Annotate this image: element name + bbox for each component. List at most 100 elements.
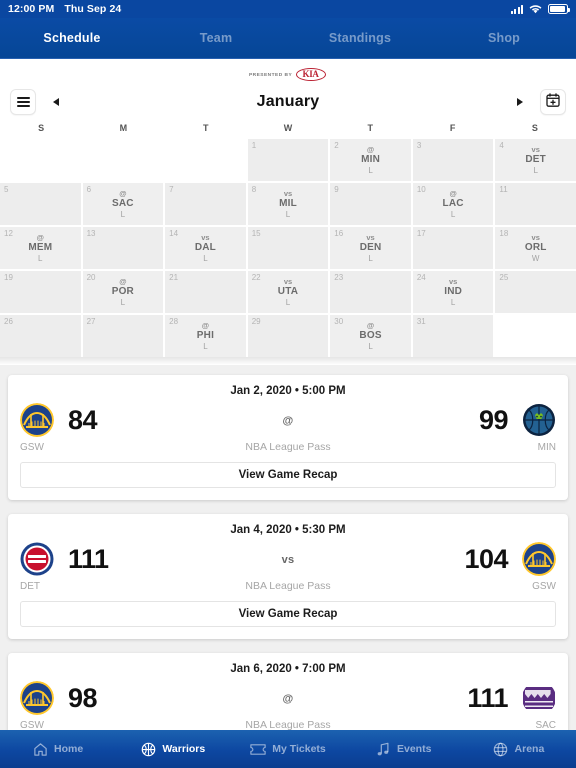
status-date: Thu Sep 24 (64, 3, 122, 15)
bottom-nav-label: Arena (514, 743, 545, 755)
calendar-cell-day: 25 (495, 271, 576, 313)
weekday-label: M (119, 123, 128, 133)
bottom-nav-label: Events (396, 743, 432, 755)
status-bar: 12:00 PM Thu Sep 24 (0, 0, 576, 18)
calendar-cell-day: 5 (0, 183, 81, 225)
score-row: 111 vs 104 (20, 542, 556, 576)
bottom-nav-item-warriors[interactable]: Warriors (115, 741, 230, 757)
sponsor-presented-by: PRESENTED BY (249, 71, 293, 77)
calendar-game-result: L (120, 209, 126, 219)
bottom-nav-item-events[interactable]: Events (346, 741, 461, 757)
home-team-abbr: DET (20, 580, 40, 592)
calendar-cell-game[interactable]: 16 vs DEN L (330, 227, 411, 269)
game-card[interactable]: Jan 2, 2020 • 5:00 PM 84 @99 GSW NBA League … (8, 375, 568, 500)
calendar-shadow (0, 357, 576, 365)
calendar-game-result: L (450, 209, 456, 219)
kia-logo: KIA (295, 67, 326, 81)
calendar-game-opponent: DEN (359, 241, 382, 253)
det-logo (20, 542, 54, 576)
calendar-cell-game[interactable]: 10 @ LAC L (412, 183, 494, 225)
calendar-cell-day: 9 (330, 183, 411, 225)
calendar-cell-empty (495, 315, 576, 357)
prev-month-button[interactable] (36, 98, 76, 106)
calendar-game-result: L (203, 253, 208, 263)
away-team-score: 99 (478, 404, 509, 435)
bottom-nav-item-home[interactable]: Home (0, 741, 115, 757)
calendar-day-number: 12 (4, 229, 13, 238)
matchup-separator-wrap: @ (185, 411, 391, 429)
calendar-day-number: 14 (169, 229, 179, 238)
calendar-game-result: L (38, 253, 43, 263)
calendar-cell-game[interactable]: 8 vs MIL L (247, 183, 329, 225)
calendar-game-opponent: MEM (28, 241, 53, 253)
calendar-cell-day: 1 (247, 139, 329, 181)
calendar-cell-game[interactable]: 30 @ BOS L (330, 315, 411, 357)
calendar-game-opponent: PHI (196, 329, 215, 341)
weekday-header: S M T W T F S (0, 121, 576, 139)
calendar-cell-game[interactable]: 14 vs DAL L (165, 227, 246, 269)
calendar-cell-day: 15 (247, 227, 329, 269)
calendar-cell-day: 23 (330, 271, 411, 313)
broadcast-label: NBA League Pass (245, 441, 331, 453)
calendar-cell-game[interactable]: 22 vs UTA L (247, 271, 329, 313)
weekday-label: T (202, 123, 209, 133)
calendar-day-number: 25 (499, 273, 509, 282)
calendar-game-result: L (368, 253, 373, 263)
sponsor-banner: PRESENTED BY KIA (0, 65, 576, 83)
tab-team[interactable]: Team (144, 31, 288, 45)
home-team-score: 98 (68, 682, 98, 713)
bottom-nav-item-my-tickets[interactable]: My Tickets (230, 741, 345, 757)
calendar-cell-game[interactable]: 24 vs IND L (412, 271, 494, 313)
tab-standings[interactable]: Standings (288, 31, 432, 45)
away-team-abbr: GSW (532, 580, 556, 592)
next-month-button[interactable] (500, 98, 540, 106)
calendar-cell-game[interactable]: 2 @ MIN L (330, 139, 411, 181)
games-list[interactable]: Jan 2, 2020 • 5:00 PM 84 @99 GSW NBA League … (0, 365, 576, 756)
matchup-separator: @ (282, 415, 294, 427)
calendar-game-location: @ (119, 188, 127, 198)
bottom-nav-label: Warriors (162, 743, 206, 755)
calendar-game-location: vs (201, 232, 210, 242)
calendar-game-result: W (531, 253, 540, 263)
arena-icon (493, 741, 509, 757)
game-meta-row: DET NBA League Pass GSW (20, 580, 556, 592)
game-meta-row: GSW NBA League Pass MIN (20, 441, 556, 453)
sac-logo (522, 681, 556, 715)
away-team-abbr: MIN (537, 441, 556, 453)
add-to-calendar-button[interactable] (540, 89, 566, 115)
home-team-score: 111 (68, 543, 109, 574)
wifi-icon (529, 4, 542, 14)
calendar-game-opponent: MIL (279, 197, 297, 209)
calendar-cell-game[interactable]: 28 @ PHI L (165, 315, 246, 357)
away-team-abbr: SAC (535, 719, 556, 731)
status-icons (510, 4, 570, 14)
tab-schedule[interactable]: Schedule (0, 31, 144, 45)
calendar-add-icon (546, 92, 560, 112)
menu-button[interactable] (10, 89, 36, 115)
calendar-game-location: @ (119, 276, 127, 286)
calendar-cell-day: 27 (82, 315, 164, 357)
calendar-cell-empty (165, 139, 246, 181)
tab-shop[interactable]: Shop (432, 31, 576, 45)
calendar-cell-game[interactable]: 20 @ POR L (82, 271, 164, 313)
view-game-recap-button[interactable]: View Game Recap (20, 601, 556, 627)
bottom-nav-label: My Tickets (272, 743, 326, 755)
chevron-left-icon (53, 98, 59, 106)
weekday-label: S (531, 123, 538, 133)
calendar-cell-game[interactable]: 18 vs ORL W (495, 227, 576, 269)
calendar-cell-game[interactable]: 12 @ MEM L (0, 227, 81, 269)
calendar-cell-game[interactable]: 6 @ SAC L (82, 183, 164, 225)
calendar-day-number: 26 (4, 317, 13, 326)
game-card[interactable]: Jan 4, 2020 • 5:30 PM 111 vs 104 DET NBA Leag… (8, 514, 568, 639)
calendar-day-number: 15 (251, 229, 261, 238)
calendar-cell-game[interactable]: 4 vs DET L (495, 139, 576, 181)
home-team-side: 84 (20, 403, 185, 437)
calendar-day-number: 4 (499, 141, 504, 150)
calendar-day-number: 5 (4, 185, 9, 194)
view-game-recap-button[interactable]: View Game Recap (20, 462, 556, 488)
calendar-game-opponent: ORL (524, 241, 547, 253)
matchup-separator-wrap: vs (185, 550, 391, 568)
hamburger-icon (16, 95, 30, 110)
calendar-game-location: vs (448, 276, 458, 286)
bottom-nav-item-arena[interactable]: Arena (461, 741, 576, 757)
